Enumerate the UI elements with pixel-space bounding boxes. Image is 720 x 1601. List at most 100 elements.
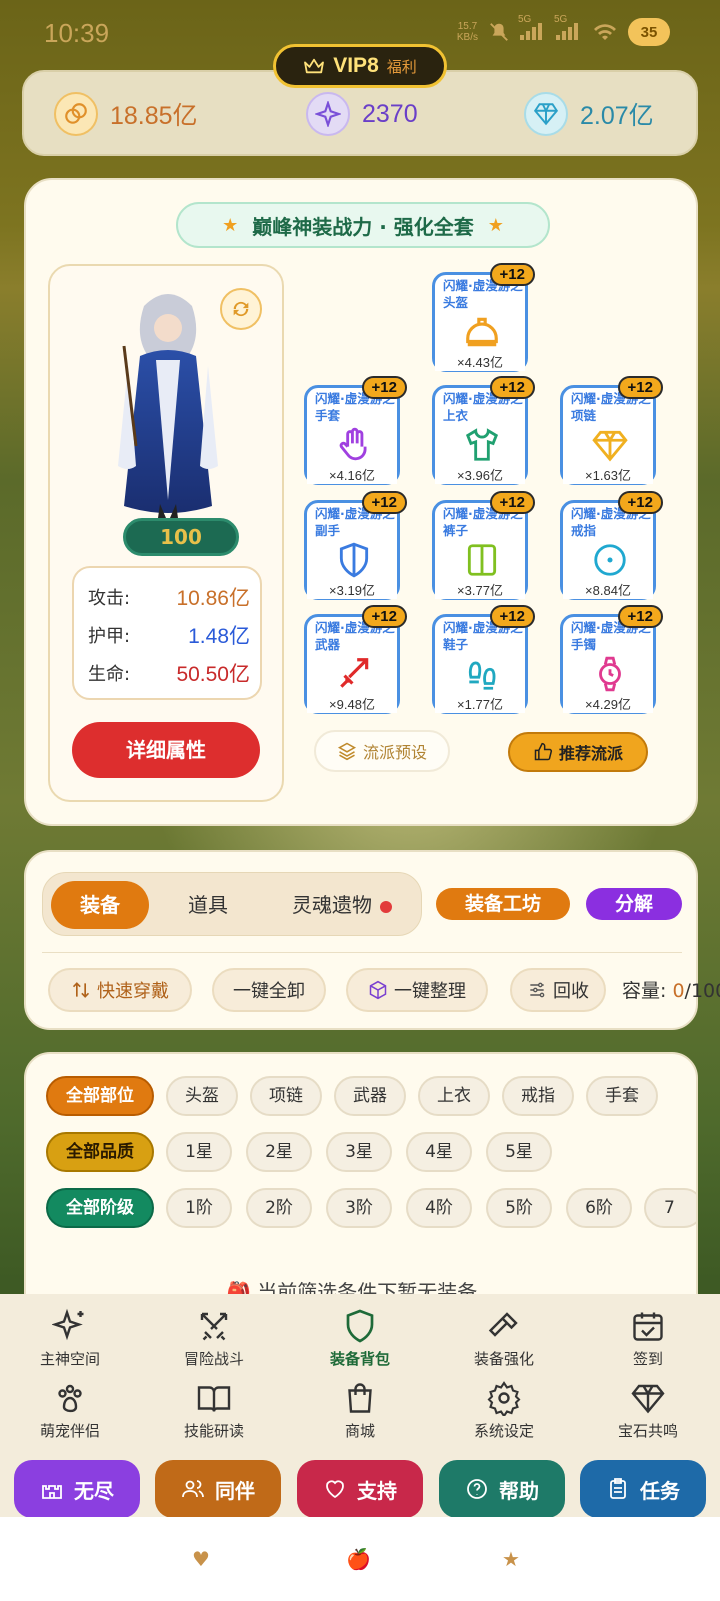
support-button[interactable]: 支持 [297,1460,423,1518]
filter-part-helmet[interactable]: 头盔 [166,1076,238,1116]
pants-icon [467,544,497,576]
star-icon: ★ [487,214,504,236]
vip-badge[interactable]: VIP8 福利 [273,44,447,88]
filter-tier-1[interactable]: 1阶 [166,1188,232,1228]
star-icon[interactable]: ★ [502,1547,520,1571]
filter-panel: 全部部位 头盔 项链 武器 上衣 戒指 手套 全部品质 1星 2星 3星 4星 … [24,1052,698,1302]
auto-sort-button[interactable]: 一键整理 [346,968,488,1012]
swap-character-button[interactable] [220,288,262,330]
nav-gem-resonance[interactable]: 宝石共鸣 [588,1380,708,1441]
tasks-button[interactable]: 任务 [580,1460,706,1518]
equip-slot-gloves[interactable]: 闪耀·虚漫游之手套 +12 ×4.16亿 [304,376,407,485]
recommended-build-button[interactable]: 推荐流派 [508,732,648,772]
equip-slot-pants[interactable]: 闪耀·虚漫游之裤子 +12 ×3.77亿 [432,491,535,600]
equip-slot-top[interactable]: 闪耀·虚漫游之上衣 +12 ×3.96亿 [432,376,535,485]
filter-tier-6[interactable]: 6阶 [566,1188,632,1228]
filter-all-quality[interactable]: 全部品质 [46,1132,154,1172]
sliders-icon [530,982,545,998]
nav-pet-companion[interactable]: 萌宠伴侣 [10,1380,130,1441]
help-circle-icon [467,1479,487,1499]
equipment-panel: ★ 巅峰神装战力 · 强化全套 ★ 100 攻击: 10.86亿 护甲: 1.4… [24,178,698,826]
filter-all-tiers[interactable]: 全部阶级 [46,1188,154,1228]
gem-icon [592,430,628,462]
recycle-button[interactable]: 回收 [510,968,606,1012]
tab-soul-relics[interactable]: 灵魂遗物 [267,881,417,929]
equip-slot-necklace[interactable]: 闪耀·虚漫游之项链 +12 ×1.63亿 [560,376,663,485]
equip-slot-bracelet[interactable]: 闪耀·虚漫游之手镯 +12 ×4.29亿 [560,605,663,714]
watch-icon [599,656,621,692]
nav-shop[interactable]: 商城 [300,1380,420,1441]
equip-slot-shoes[interactable]: 闪耀·虚漫游之鞋子 +12 ×1.77亿 [432,605,535,714]
equip-slot-head[interactable]: 闪耀·虚漫游之头盔 +12 ×4.43亿 [432,263,535,372]
filter-all-parts[interactable]: 全部部位 [46,1076,154,1116]
filter-part-gloves[interactable]: 手套 [586,1076,658,1116]
sparkles-icon [52,1308,84,1341]
filter-part-ring[interactable]: 戒指 [502,1076,574,1116]
nav-settings[interactable]: 系统设定 [444,1380,564,1441]
nav-equipment-bag[interactable]: 装备背包 [300,1308,420,1369]
decompose-button[interactable]: 分解 [586,888,682,920]
build-preset-button[interactable]: 流派预设 [314,730,450,772]
settings-icon [487,1381,521,1416]
refresh-icon [233,301,249,317]
apple-icon[interactable]: 🍎 [346,1547,371,1571]
stat-health: 生命: 50.50亿 [88,663,250,686]
filter-tier-3[interactable]: 3阶 [326,1188,392,1228]
hand-icon [339,427,367,461]
sword-icon [340,658,369,688]
nav-adventure-battle[interactable]: 冒险战斗 [154,1308,274,1369]
currency-gems: 2370 [306,92,418,136]
filter-tier-7[interactable]: 7 [644,1188,696,1228]
clipboard-icon [610,1478,626,1499]
filter-part-necklace[interactable]: 项链 [250,1076,322,1116]
character-portrait[interactable] [100,286,236,518]
equip-slot-ring[interactable]: 闪耀·虚漫游之戒指 +12 ×8.84亿 [560,491,663,600]
star-icon: ★ [222,214,239,236]
stat-attack: 攻击: 10.86亿 [88,587,250,610]
companion-button[interactable]: 同伴 [155,1460,281,1518]
vip-level: VIP8 [333,54,379,77]
sparkle-gem-icon [306,92,350,136]
hero-panel: 100 攻击: 10.86亿 护甲: 1.48亿 生命: 50.50亿 详细属性 [48,264,284,802]
endless-button[interactable]: 无尽 [14,1460,140,1518]
filter-quality-2[interactable]: 2星 [246,1132,312,1172]
filter-quality-4[interactable]: 4星 [406,1132,472,1172]
nav-main-space[interactable]: 主神空间 [10,1308,130,1369]
shopping-bag-icon [348,1383,372,1413]
filter-tier-2[interactable]: 2阶 [246,1188,312,1228]
tab-items[interactable]: 道具 [159,881,257,929]
unequip-all-button[interactable]: 一键全卸 [212,968,326,1012]
signal-icon [520,22,546,40]
filter-quality-5[interactable]: 5星 [486,1132,552,1172]
filter-tier-5[interactable]: 5阶 [486,1188,552,1228]
battery-indicator: 35 [628,18,670,46]
nav-equipment-enhance[interactable]: 装备强化 [444,1308,564,1369]
calendar-check-icon [633,1312,663,1341]
heart-icon[interactable]: ♥ [192,1547,210,1571]
filter-tier-4[interactable]: 4阶 [406,1188,472,1228]
detail-attributes-button[interactable]: 详细属性 [72,722,260,778]
quick-equip-button[interactable]: 快速穿戴 [48,968,192,1012]
help-button[interactable]: 帮助 [439,1460,565,1518]
tab-equipment[interactable]: 装备 [51,881,149,929]
paw-icon [58,1384,82,1413]
equip-slot-weapon[interactable]: 闪耀·虚漫游之武器 +12 ×9.48亿 [304,605,407,714]
filter-part-weapon[interactable]: 武器 [334,1076,406,1116]
filter-quality-1[interactable]: 1星 [166,1132,232,1172]
nav-check-in[interactable]: 签到 [588,1308,708,1369]
layers-icon [337,742,357,761]
box-icon [369,980,387,1000]
equip-slot-offhand[interactable]: 闪耀·虚漫游之副手 +12 ×3.19亿 [304,491,407,600]
users-icon [182,1480,204,1498]
filter-part-top[interactable]: 上衣 [418,1076,490,1116]
signal-icon-2 [556,22,582,40]
inventory-tabs: 装备 道具 灵魂遗物 [42,872,422,936]
equipment-workshop-button[interactable]: 装备工坊 [436,888,570,920]
filter-quality-3[interactable]: 3星 [326,1132,392,1172]
crossed-swords-icon [200,1312,228,1341]
stat-armor: 护甲: 1.48亿 [88,625,250,648]
nav-skill-study[interactable]: 技能研读 [154,1380,274,1441]
system-navigation-bar: ♥ 🍎 ★ [0,1517,720,1601]
ring-icon [594,544,626,576]
castle-icon [42,1485,62,1499]
